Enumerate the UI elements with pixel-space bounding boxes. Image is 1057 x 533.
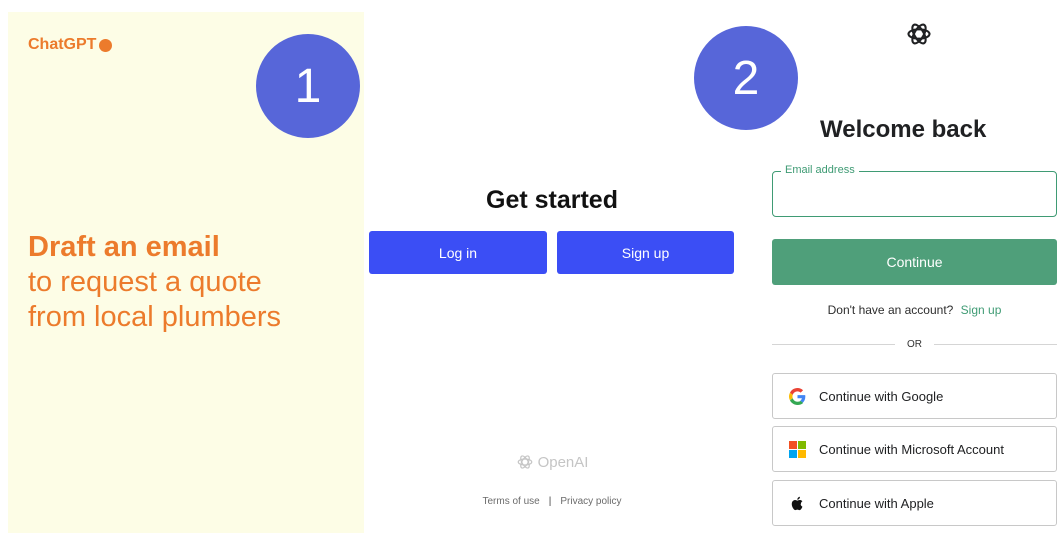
brand-dot-icon <box>99 38 113 52</box>
microsoft-button-label: Continue with Microsoft Account <box>819 441 1004 457</box>
prompt-example: Draft an email to request a quote from l… <box>28 230 281 335</box>
chatgpt-brand: ChatGPT <box>28 36 113 54</box>
email-label: Email address <box>781 164 859 176</box>
prompt-title: Draft an email <box>28 231 220 263</box>
terms-link[interactable]: Terms of use <box>483 496 540 507</box>
get-started-heading: Get started <box>486 186 618 214</box>
continue-with-google-button[interactable]: Continue with Google <box>772 373 1057 419</box>
divider-line-right <box>934 344 1057 345</box>
prompt-line-1: to request a quote <box>28 266 262 298</box>
welcome-heading: Welcome back <box>820 116 987 143</box>
microsoft-icon <box>789 440 806 458</box>
or-divider: OR <box>772 339 1057 350</box>
email-field[interactable]: Email address <box>772 164 1057 217</box>
email-input[interactable] <box>783 184 1043 206</box>
apple-icon <box>789 495 806 512</box>
openai-knot-icon <box>517 455 532 469</box>
signup-prompt: Don't have an account? Sign up <box>772 303 1057 317</box>
google-button-label: Continue with Google <box>819 388 944 404</box>
or-text: OR <box>907 339 922 350</box>
signup-button[interactable]: Sign up <box>557 231 734 274</box>
signup-link[interactable]: Sign up <box>961 303 1002 317</box>
divider-line-left <box>772 344 895 345</box>
privacy-link[interactable]: Privacy policy <box>560 496 621 507</box>
step-2-badge: 2 <box>694 26 798 130</box>
footer-separator: | <box>548 496 552 507</box>
no-account-text: Don't have an account? <box>827 303 954 317</box>
apple-button-label: Continue with Apple <box>819 495 934 511</box>
openai-logo: OpenAI <box>364 453 740 471</box>
prompt-line-2: from local plumbers <box>28 301 282 333</box>
get-started-panel: Get started Log in Sign up OpenAI Terms … <box>364 12 740 533</box>
footer-links: Terms of use | Privacy policy <box>364 496 740 507</box>
step-1-badge: 1 <box>256 34 360 138</box>
continue-with-apple-button[interactable]: Continue with Apple <box>772 480 1057 526</box>
continue-with-microsoft-button[interactable]: Continue with Microsoft Account <box>772 426 1057 472</box>
google-icon <box>789 387 806 405</box>
login-button[interactable]: Log in <box>369 231 547 274</box>
continue-button[interactable]: Continue <box>772 239 1057 285</box>
openai-logo-text: OpenAI <box>537 453 589 471</box>
openai-logo-icon <box>907 23 931 45</box>
brand-label: ChatGPT <box>28 36 97 53</box>
